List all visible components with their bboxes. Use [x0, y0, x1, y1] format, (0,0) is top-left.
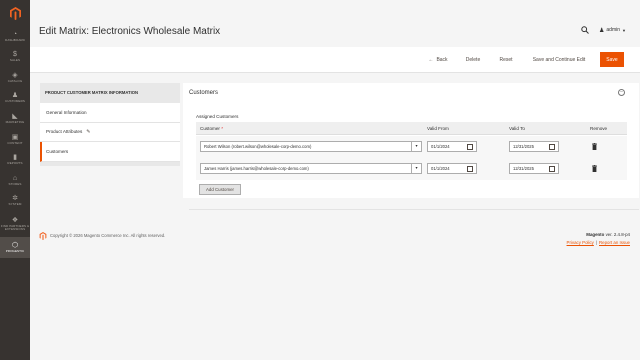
calendar-icon[interactable] [467, 165, 473, 172]
sidebar-item-reports[interactable]: ▮ Reports [0, 150, 30, 171]
valid-to-input[interactable]: 12/31/2025 [509, 141, 559, 152]
tab-product-attributes[interactable]: Product Attributes ✎ [40, 122, 180, 142]
tab-label: General Information [46, 109, 87, 115]
sidebar-item-marketing[interactable]: ◣ Marketing [0, 108, 30, 129]
sidebar-item-label: Stores [8, 181, 22, 186]
chevron-down-icon: ▼ [411, 142, 421, 151]
sidebar-item-stores[interactable]: ⌂ Stores [0, 170, 30, 191]
collapse-icon[interactable]: – [618, 89, 625, 96]
table-row: Robert Wilson (robert.wilson@wholesale-c… [196, 136, 627, 158]
version-info: Magento ver. 2.4.8-p4 [586, 232, 630, 237]
matrix-tabs: Product Customer Matrix Information Gene… [40, 83, 180, 166]
sidebar-item-catalog[interactable]: ◈ Catalog [0, 67, 30, 88]
sidebar-item-label: Catalog [7, 78, 23, 83]
section-title: Customers [189, 90, 219, 96]
sidebar-item-label: Progestic [5, 248, 25, 253]
arrow-left-icon: ← [428, 56, 434, 63]
assigned-customers-label: Assigned Customers [196, 114, 239, 119]
customer-select[interactable]: James Harris (james.harris@wholesale-cor… [200, 163, 422, 174]
user-icon: ♟ [599, 27, 605, 34]
add-customer-button[interactable]: Add Customer [199, 184, 241, 195]
sidebar-item-label: Marketing [5, 119, 25, 124]
header-tools: ♟ admin ▼ [581, 26, 626, 34]
trash-icon[interactable] [592, 143, 597, 150]
column-valid-from: Valid From [427, 126, 449, 131]
sidebar-item-content[interactable]: ▣ Content [0, 129, 30, 150]
valid-from-value: 01/1/2024 [431, 166, 450, 171]
tab-general-information[interactable]: General Information [40, 103, 180, 123]
trash-icon[interactable] [592, 165, 597, 172]
copyright-text: Copyright © 2026 Magento Commerce Inc. A… [50, 233, 166, 238]
valid-from-input[interactable]: 01/1/2024 [427, 141, 477, 152]
save-button[interactable]: Save [600, 52, 624, 67]
tabs-footer [40, 161, 180, 166]
page-title: Edit Matrix: Electronics Wholesale Matri… [39, 26, 221, 37]
user-menu[interactable]: ♟ admin ▼ [599, 27, 626, 34]
reset-button[interactable]: Reset [496, 52, 516, 67]
back-button[interactable]: ← Back [423, 52, 453, 67]
calendar-icon[interactable] [549, 165, 555, 172]
brand-name: Magento [586, 232, 605, 237]
sidebar-item-dashboard[interactable]: ◔ Dashboard [0, 26, 30, 47]
customers-grid-header: Customer * Valid From Valid To Remove [196, 122, 627, 135]
valid-to-value: 12/31/2025 [513, 144, 534, 149]
sidebar-item-label: Customers [4, 99, 25, 104]
tabs-heading: Product Customer Matrix Information [40, 83, 180, 103]
sidebar-item-label: System [8, 202, 22, 207]
search-icon[interactable] [581, 26, 589, 34]
magento-logo[interactable] [0, 0, 30, 26]
column-valid-to: Valid To [509, 126, 525, 131]
pencil-icon: ✎ [86, 128, 91, 135]
sidebar-item-label: Find Partners & Extensions [0, 223, 30, 232]
section-divider [189, 209, 639, 210]
admin-sidebar: ◔ Dashboard $ Sales ◈ Catalog ♟ Customers ◣ Marke… [0, 0, 30, 360]
valid-from-input[interactable]: 01/1/2024 [427, 163, 477, 174]
sidebar-item-progestic[interactable]: ⬡ Progestic [0, 237, 30, 258]
magento-footer-icon [39, 232, 47, 240]
required-mark: * [221, 126, 223, 131]
customers-section: Customers – Assigned Customers Customer … [183, 83, 639, 198]
sidebar-item-label: Reports [7, 161, 23, 166]
sidebar-item-sales[interactable]: $ Sales [0, 47, 30, 68]
sidebar-item-find-partners-extensions[interactable]: ❖ Find Partners & Extensions [0, 211, 30, 237]
valid-to-value: 12/31/2025 [513, 166, 534, 171]
column-remove: Remove [590, 126, 608, 131]
link-separator: | [595, 240, 597, 245]
report-issue-link[interactable]: Report an Issue [599, 240, 630, 245]
chevron-down-icon: ▼ [622, 27, 626, 33]
magento-logo-icon [9, 6, 21, 20]
version-number: ver. 2.4.8-p4 [605, 232, 630, 237]
footer-links: Privacy Policy | Report an Issue [567, 240, 630, 245]
sidebar-item-system[interactable]: ✲ System [0, 191, 30, 212]
customer-value: Robert Wilson (robert.wilson@wholesale-c… [204, 144, 312, 149]
valid-from-value: 01/1/2024 [431, 144, 450, 149]
column-customer: Customer * [200, 126, 223, 131]
sidebar-item-label: Content [7, 140, 23, 145]
delete-button[interactable]: Delete [462, 52, 484, 67]
tab-customers[interactable]: Customers [40, 142, 180, 162]
valid-to-input[interactable]: 12/31/2025 [509, 163, 559, 174]
page-actions-bar: ← Back Delete Reset Save and Continue Ed… [30, 47, 640, 73]
tab-label: Customers [46, 148, 69, 154]
sidebar-item-customers[interactable]: ♟ Customers [0, 88, 30, 109]
tab-label: Product Attributes [46, 129, 83, 135]
table-row: James Harris (james.harris@wholesale-cor… [196, 158, 627, 180]
customer-select[interactable]: Robert Wilson (robert.wilson@wholesale-c… [200, 141, 422, 152]
back-label: Back [436, 56, 448, 63]
calendar-icon[interactable] [549, 143, 555, 150]
chevron-down-icon: ▼ [411, 164, 421, 173]
sidebar-item-label: Sales [9, 58, 21, 63]
user-name: admin [606, 27, 621, 33]
sidebar-item-label: Dashboard [5, 37, 25, 42]
privacy-policy-link[interactable]: Privacy Policy [567, 240, 594, 245]
customer-value: James Harris (james.harris@wholesale-cor… [204, 166, 309, 171]
calendar-icon[interactable] [467, 143, 473, 150]
save-continue-button[interactable]: Save and Continue Edit [526, 52, 592, 67]
